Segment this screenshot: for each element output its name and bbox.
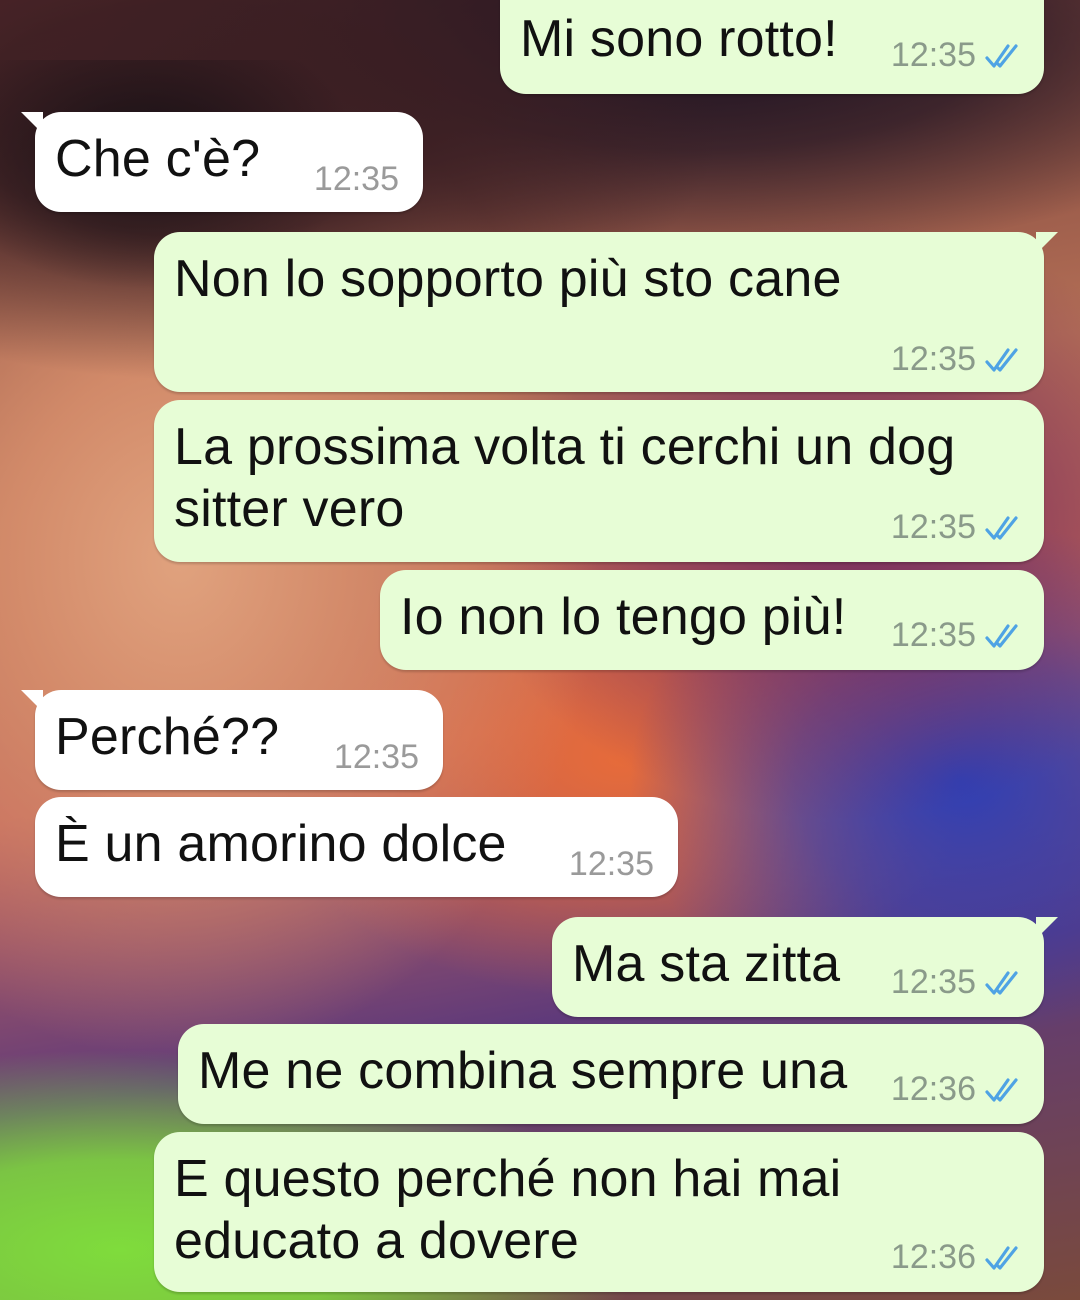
message-meta: 12:35 <box>891 508 1024 547</box>
message-time: 12:35 <box>333 738 419 776</box>
message-text: Io non lo tengo più! <box>400 588 847 646</box>
message-meta: 12:35 <box>314 160 399 199</box>
double-check-read-icon <box>985 1077 1018 1102</box>
message-time: 12:35 <box>890 508 976 546</box>
message-bubble-outgoing[interactable]: E questo perché non hai mai educato a do… <box>154 1132 1044 1292</box>
message-bubble-incoming[interactable]: Perché?? 12:35 <box>21 690 443 790</box>
message-time: 12:36 <box>890 1238 976 1276</box>
message-time: 12:35 <box>890 36 976 74</box>
message-bubble-outgoing[interactable]: Me ne combina sempre una 12:36 <box>178 1024 1044 1124</box>
message-bubble-outgoing[interactable]: Non lo sopporto più sto cane 12:35 <box>154 232 1058 392</box>
message-text: Che c'è? <box>55 130 261 188</box>
message-bubble-incoming[interactable]: Che c'è? 12:35 <box>21 112 423 212</box>
message-bubble-outgoing[interactable]: Io non lo tengo più! 12:35 <box>380 570 1044 670</box>
double-check-read-icon <box>985 347 1018 372</box>
message-meta: 12:35 <box>334 738 419 777</box>
message-meta: 12:36 <box>891 1070 1024 1109</box>
message-meta: 12:35 <box>891 340 1024 379</box>
double-check-read-icon <box>985 623 1018 648</box>
message-bubble-incoming[interactable]: È un amorino dolce 12:35 <box>35 797 678 897</box>
message-text: Me ne combina sempre una <box>198 1042 848 1100</box>
message-meta: 12:35 <box>891 36 1024 75</box>
message-meta: 12:35 <box>891 616 1024 655</box>
message-time: 12:35 <box>890 616 976 654</box>
message-time: 12:35 <box>568 845 654 883</box>
message-meta: 12:35 <box>891 963 1024 1002</box>
message-text: Ma sta zitta <box>572 935 841 993</box>
double-check-read-icon <box>985 515 1018 540</box>
message-text: E questo perché non hai mai educato a do… <box>174 1150 842 1270</box>
message-bubble-outgoing[interactable]: Ma sta zitta 12:35 <box>552 917 1058 1017</box>
message-text: È un amorino dolce <box>55 815 507 873</box>
message-text: La prossima volta ti cerchi un dog sitte… <box>174 418 956 538</box>
message-text: Perché?? <box>55 708 280 766</box>
double-check-read-icon <box>985 43 1018 68</box>
message-meta: 12:36 <box>891 1238 1024 1277</box>
message-meta: 12:35 <box>569 845 654 884</box>
message-text: Non lo sopporto più sto cane <box>174 250 842 308</box>
double-check-read-icon <box>985 970 1018 995</box>
message-bubble-outgoing[interactable]: Mi sono rotto! 12:35 <box>500 0 1044 94</box>
message-time: 12:36 <box>890 1070 976 1108</box>
message-time: 12:35 <box>890 340 976 378</box>
message-bubble-outgoing[interactable]: La prossima volta ti cerchi un dog sitte… <box>154 400 1044 562</box>
double-check-read-icon <box>985 1245 1018 1270</box>
message-text: Mi sono rotto! <box>520 10 838 68</box>
message-time: 12:35 <box>313 160 399 198</box>
message-time: 12:35 <box>890 963 976 1001</box>
